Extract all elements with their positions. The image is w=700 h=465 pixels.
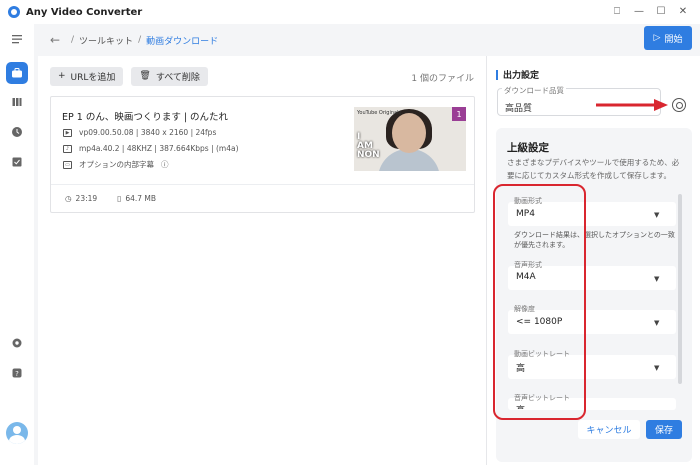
start-label: 開始 [664, 34, 683, 45]
add-url-label: URLを追加 [70, 72, 116, 83]
library-icon[interactable] [6, 91, 28, 113]
subtitle-icon: ▭ [63, 160, 72, 169]
audio-info: mp4a.40.2 | 48KHZ | 387.664Kbps | (m4a) [79, 144, 239, 153]
card-footer: ◷ 23:19 ▯ 64.7 MB [65, 194, 156, 203]
add-url-button[interactable]: + URLを追加 [50, 66, 124, 86]
video-info: vp09.00.50.08 | 3840 x 2160 | 24fps [79, 128, 217, 137]
play-icon: ▷ [653, 33, 661, 43]
thumbnail-brand: YouTube Originals [357, 110, 402, 116]
trash-icon: 🗑 [139, 71, 151, 81]
chevron-down-icon[interactable]: ▼ [654, 319, 659, 327]
window-controls: ⎕ — ☐ ✕ [606, 3, 694, 19]
collapse-menu-icon[interactable] [6, 28, 28, 50]
audio-info-row: ♪ mp4a.40.2 | 48KHZ | 387.664Kbps | (m4a… [63, 144, 239, 153]
episode-number-badge: 1 [452, 107, 466, 121]
toolbar: + URLを追加 🗑 すべて削除 1 個のファイル [50, 66, 476, 86]
subtitle-info[interactable]: オプションの内部字幕 [79, 159, 154, 170]
video-thumbnail[interactable]: YouTube Originals I AM NON 1 [354, 107, 466, 171]
avatar[interactable] [6, 422, 28, 444]
quality-settings-gear-icon[interactable] [672, 98, 686, 112]
tasks-icon[interactable] [6, 151, 28, 173]
app-logo-icon [8, 6, 20, 18]
settings-scrollbar[interactable] [678, 194, 682, 384]
audio-bitrate-value: 高 [516, 403, 525, 410]
output-settings-label: 出力設定 [503, 71, 540, 81]
video-stream-icon: ▶ [63, 128, 72, 137]
subtitle-info-row: ▭ オプションの内部字幕 ⓘ [63, 159, 169, 170]
download-quality-label: ダウンロード品質 [502, 85, 566, 96]
audio-format-value: M4A [516, 272, 536, 282]
breadcrumb-separator: / [71, 35, 75, 45]
audio-stream-icon: ♪ [63, 144, 72, 153]
file-count: 1 個のファイル [411, 74, 474, 84]
maximize-icon[interactable]: ☐ [650, 3, 672, 19]
chevron-down-icon[interactable]: ▼ [654, 211, 659, 219]
title-bar: Any Video Converter ⎕ — ☐ ✕ [0, 0, 700, 24]
delete-all-button[interactable]: 🗑 すべて削除 [131, 66, 208, 86]
download-quality-value: 高品質 [505, 104, 533, 114]
minimize-icon[interactable]: — [628, 3, 650, 19]
resolution-value: <= 1080P [516, 317, 563, 327]
resolution-label: 解像度 [514, 305, 535, 313]
close-icon[interactable]: ✕ [672, 3, 694, 19]
left-rail: ? [0, 24, 34, 465]
app-title: Any Video Converter [26, 6, 143, 18]
video-bitrate-label: 動画ビットレート [514, 350, 570, 358]
toolkit-icon[interactable] [6, 62, 28, 84]
card-divider [51, 184, 474, 185]
breadcrumb-separator: / [138, 35, 142, 45]
back-arrow-icon[interactable]: ← [50, 33, 66, 47]
help-icon[interactable]: ? [6, 362, 28, 384]
output-settings-heading: 出力設定 [496, 68, 539, 81]
header-bar: ← / ツールキット / 動画ダウンロード ▷ 開始 [34, 24, 700, 56]
format-priority-note: ダウンロード結果は、選択したオプションとの一致が優先されます。 [514, 231, 675, 249]
chevron-down-icon[interactable]: ▼ [654, 275, 659, 283]
video-title: EP 1 のん、映画つくります | のんたれ [62, 112, 229, 123]
history-clock-icon[interactable] [6, 121, 28, 143]
audio-bitrate-label: 音声ビットレート [514, 394, 570, 402]
video-bitrate-value: 高 [516, 364, 526, 374]
menu-icon[interactable]: ⎕ [606, 3, 628, 19]
video-card[interactable]: EP 1 のん、映画つくります | のんたれ ▶ vp09.00.50.08 |… [50, 96, 475, 213]
clock-icon: ◷ [65, 194, 72, 203]
chevron-down-icon[interactable]: ▼ [654, 364, 659, 372]
save-button[interactable]: 保存 [646, 420, 682, 439]
audio-format-label: 音声形式 [514, 261, 542, 269]
advanced-settings-heading: 上級設定 [507, 142, 549, 154]
advanced-settings-description: さまざまなプデバイスやツールで使用するため、必要に応じてカスタム形式を作成して保… [507, 158, 680, 180]
video-format-label: 動画形式 [514, 197, 542, 205]
cancel-button[interactable]: キャンセル [578, 420, 640, 439]
duration: 23:19 [75, 194, 98, 203]
svg-text:?: ? [15, 370, 19, 378]
plus-icon: + [58, 71, 66, 81]
subtitle-help-icon[interactable]: ⓘ [161, 159, 169, 170]
video-format-value: MP4 [516, 209, 535, 219]
heading-accent-bar [496, 69, 498, 80]
thumbnail-caption: I AM NON [357, 132, 380, 160]
red-arrow-annotation [596, 99, 668, 111]
breadcrumb-toolkit[interactable]: ツールキット [79, 34, 133, 47]
file-icon: ▯ [117, 194, 122, 203]
start-button[interactable]: ▷ 開始 [644, 26, 692, 50]
file-size: 64.7 MB [125, 194, 157, 203]
delete-all-label: すべて削除 [155, 72, 200, 83]
thumbnail-face [392, 113, 426, 153]
video-info-row: ▶ vp09.00.50.08 | 3840 x 2160 | 24fps [63, 128, 216, 137]
settings-gear-icon[interactable] [6, 332, 28, 354]
breadcrumb-current: 動画ダウンロード [146, 36, 219, 47]
